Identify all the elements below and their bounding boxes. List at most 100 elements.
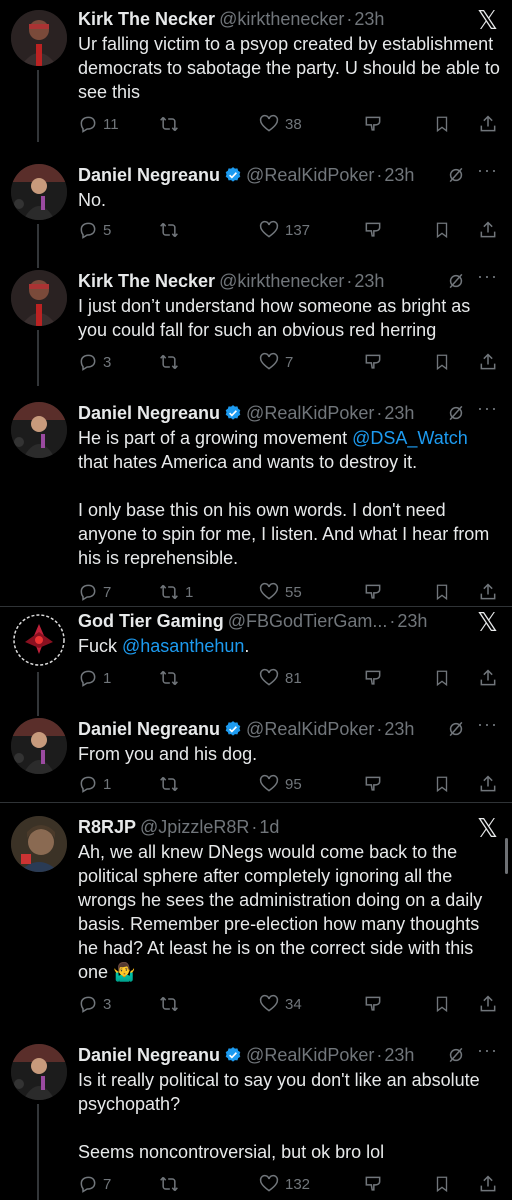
mention-link[interactable]: @hasanthehun [122,636,244,656]
bookmark-button[interactable] [433,774,451,794]
bookmark-button[interactable] [433,352,451,372]
tweet[interactable]: Daniel Negreanu @RealKidPoker · 23h ··· Fro… [0,708,512,800]
share-button[interactable] [478,582,498,602]
avatar-kirk[interactable] [11,270,67,326]
bookmark-button[interactable] [433,1174,451,1194]
reply-button[interactable]: 3 [78,994,111,1014]
author-name[interactable]: Daniel Negreanu [78,1045,220,1065]
author-handle[interactable]: @FBGodTierGam... [228,611,388,631]
reply-button[interactable]: 5 [78,220,111,240]
share-button[interactable] [478,668,498,688]
mention-link[interactable]: @DSA_Watch [352,428,468,448]
like-button[interactable]: 38 [258,114,302,134]
author-handle[interactable]: @RealKidPoker [246,165,374,185]
retweet-button[interactable] [158,668,185,688]
tweet[interactable]: Kirk The Necker @kirkthenecker · 23h ··· I … [0,266,512,386]
reply-button[interactable]: 7 [78,1174,111,1194]
more-icon[interactable]: ··· [477,266,498,287]
reply-button[interactable]: 1 [78,774,111,794]
like-button[interactable]: 81 [258,668,302,688]
reply-button[interactable]: 3 [78,352,111,372]
timestamp[interactable]: 23h [384,165,414,185]
timestamp[interactable]: 23h [354,271,384,291]
avatar-daniel[interactable] [11,402,67,458]
views-button[interactable] [362,582,384,602]
author-handle[interactable]: @RealKidPoker [246,719,374,739]
views-button[interactable] [362,668,384,688]
timestamp[interactable]: 1d [259,817,279,837]
author-handle[interactable]: @RealKidPoker [246,1045,374,1065]
author-name[interactable]: Daniel Negreanu [78,719,220,739]
scrollbar[interactable] [505,838,508,874]
grok-icon[interactable] [446,1045,466,1070]
views-button[interactable] [362,1174,384,1194]
author-name[interactable]: Kirk The Necker [78,271,215,291]
author-handle[interactable]: @kirkthenecker [219,9,344,29]
avatar-daniel[interactable] [11,1044,67,1100]
retweet-button[interactable] [158,1174,185,1194]
like-button[interactable]: 132 [258,1174,310,1194]
grok-icon[interactable] [446,719,466,744]
share-button[interactable] [478,994,498,1014]
share-button[interactable] [478,352,498,372]
author-name[interactable]: Daniel Negreanu [78,165,220,185]
views-button[interactable] [362,994,384,1014]
bookmark-button[interactable] [433,220,451,240]
reply-button[interactable]: 7 [78,582,111,602]
more-icon[interactable]: ··· [477,714,498,735]
tweet[interactable]: Daniel Negreanu @RealKidPoker · 23h ··· Is … [0,1040,512,1200]
avatar-kirk[interactable] [11,10,67,66]
more-icon[interactable]: ··· [477,1040,498,1061]
timestamp[interactable]: 23h [354,9,384,29]
retweet-button[interactable] [158,774,185,794]
bookmark-button[interactable] [433,994,451,1014]
timestamp[interactable]: 23h [397,611,427,631]
reply-button[interactable]: 11 [78,114,119,134]
views-button[interactable] [362,220,384,240]
grok-icon[interactable] [446,165,466,190]
tweet[interactable]: Daniel Negreanu @RealKidPoker · 23h ··· He … [0,398,512,606]
author-handle[interactable]: @JpizzleR8R [140,817,249,837]
share-button[interactable] [478,774,498,794]
share-button[interactable] [478,1174,498,1194]
like-button[interactable]: 95 [258,774,302,794]
timestamp[interactable]: 23h [384,403,414,423]
retweet-button[interactable] [158,994,185,1014]
retweet-button[interactable] [158,352,185,372]
reply-button[interactable]: 1 [78,668,111,688]
timestamp[interactable]: 23h [384,1045,414,1065]
avatar-daniel[interactable] [11,718,67,774]
like-button[interactable]: 34 [258,994,302,1014]
author-name[interactable]: Daniel Negreanu [78,403,220,423]
share-button[interactable] [478,220,498,240]
avatar-daniel[interactable] [11,164,67,220]
share-button[interactable] [478,114,498,134]
tweet[interactable]: Daniel Negreanu @RealKidPoker · 23h ··· No.… [0,136,512,268]
bookmark-button[interactable] [433,582,451,602]
retweet-button[interactable]: 1 [158,582,193,602]
more-icon[interactable]: ··· [477,398,498,419]
tweet[interactable]: God Tier Gaming @FBGodTierGam... · 23h 𝕏 Fu… [0,608,512,708]
author-handle[interactable]: @RealKidPoker [246,403,374,423]
retweet-button[interactable] [158,220,185,240]
author-name[interactable]: R8RJP [78,817,136,837]
tweet[interactable]: Kirk The Necker @kirkthenecker · 23h 𝕏 Ur f… [0,6,512,142]
grok-icon[interactable] [446,271,466,296]
more-icon[interactable]: ··· [477,160,498,181]
author-handle[interactable]: @kirkthenecker [219,271,344,291]
like-button[interactable]: 137 [258,220,310,240]
retweet-button[interactable] [158,114,185,134]
like-button[interactable]: 55 [258,582,302,602]
grok-icon[interactable] [446,403,466,428]
views-button[interactable] [362,352,384,372]
avatar-god-tier-gaming[interactable] [11,612,67,668]
avatar-r8rjp[interactable] [11,816,67,872]
views-button[interactable] [362,114,384,134]
author-name[interactable]: God Tier Gaming [78,611,224,631]
tweet[interactable]: R8RJP @JpizzleR8R · 1d 𝕏 Ah, we all knew DN… [0,814,512,1024]
views-button[interactable] [362,774,384,794]
like-button[interactable]: 7 [258,352,293,372]
timestamp[interactable]: 23h [384,719,414,739]
author-name[interactable]: Kirk The Necker [78,9,215,29]
bookmark-button[interactable] [433,668,451,688]
